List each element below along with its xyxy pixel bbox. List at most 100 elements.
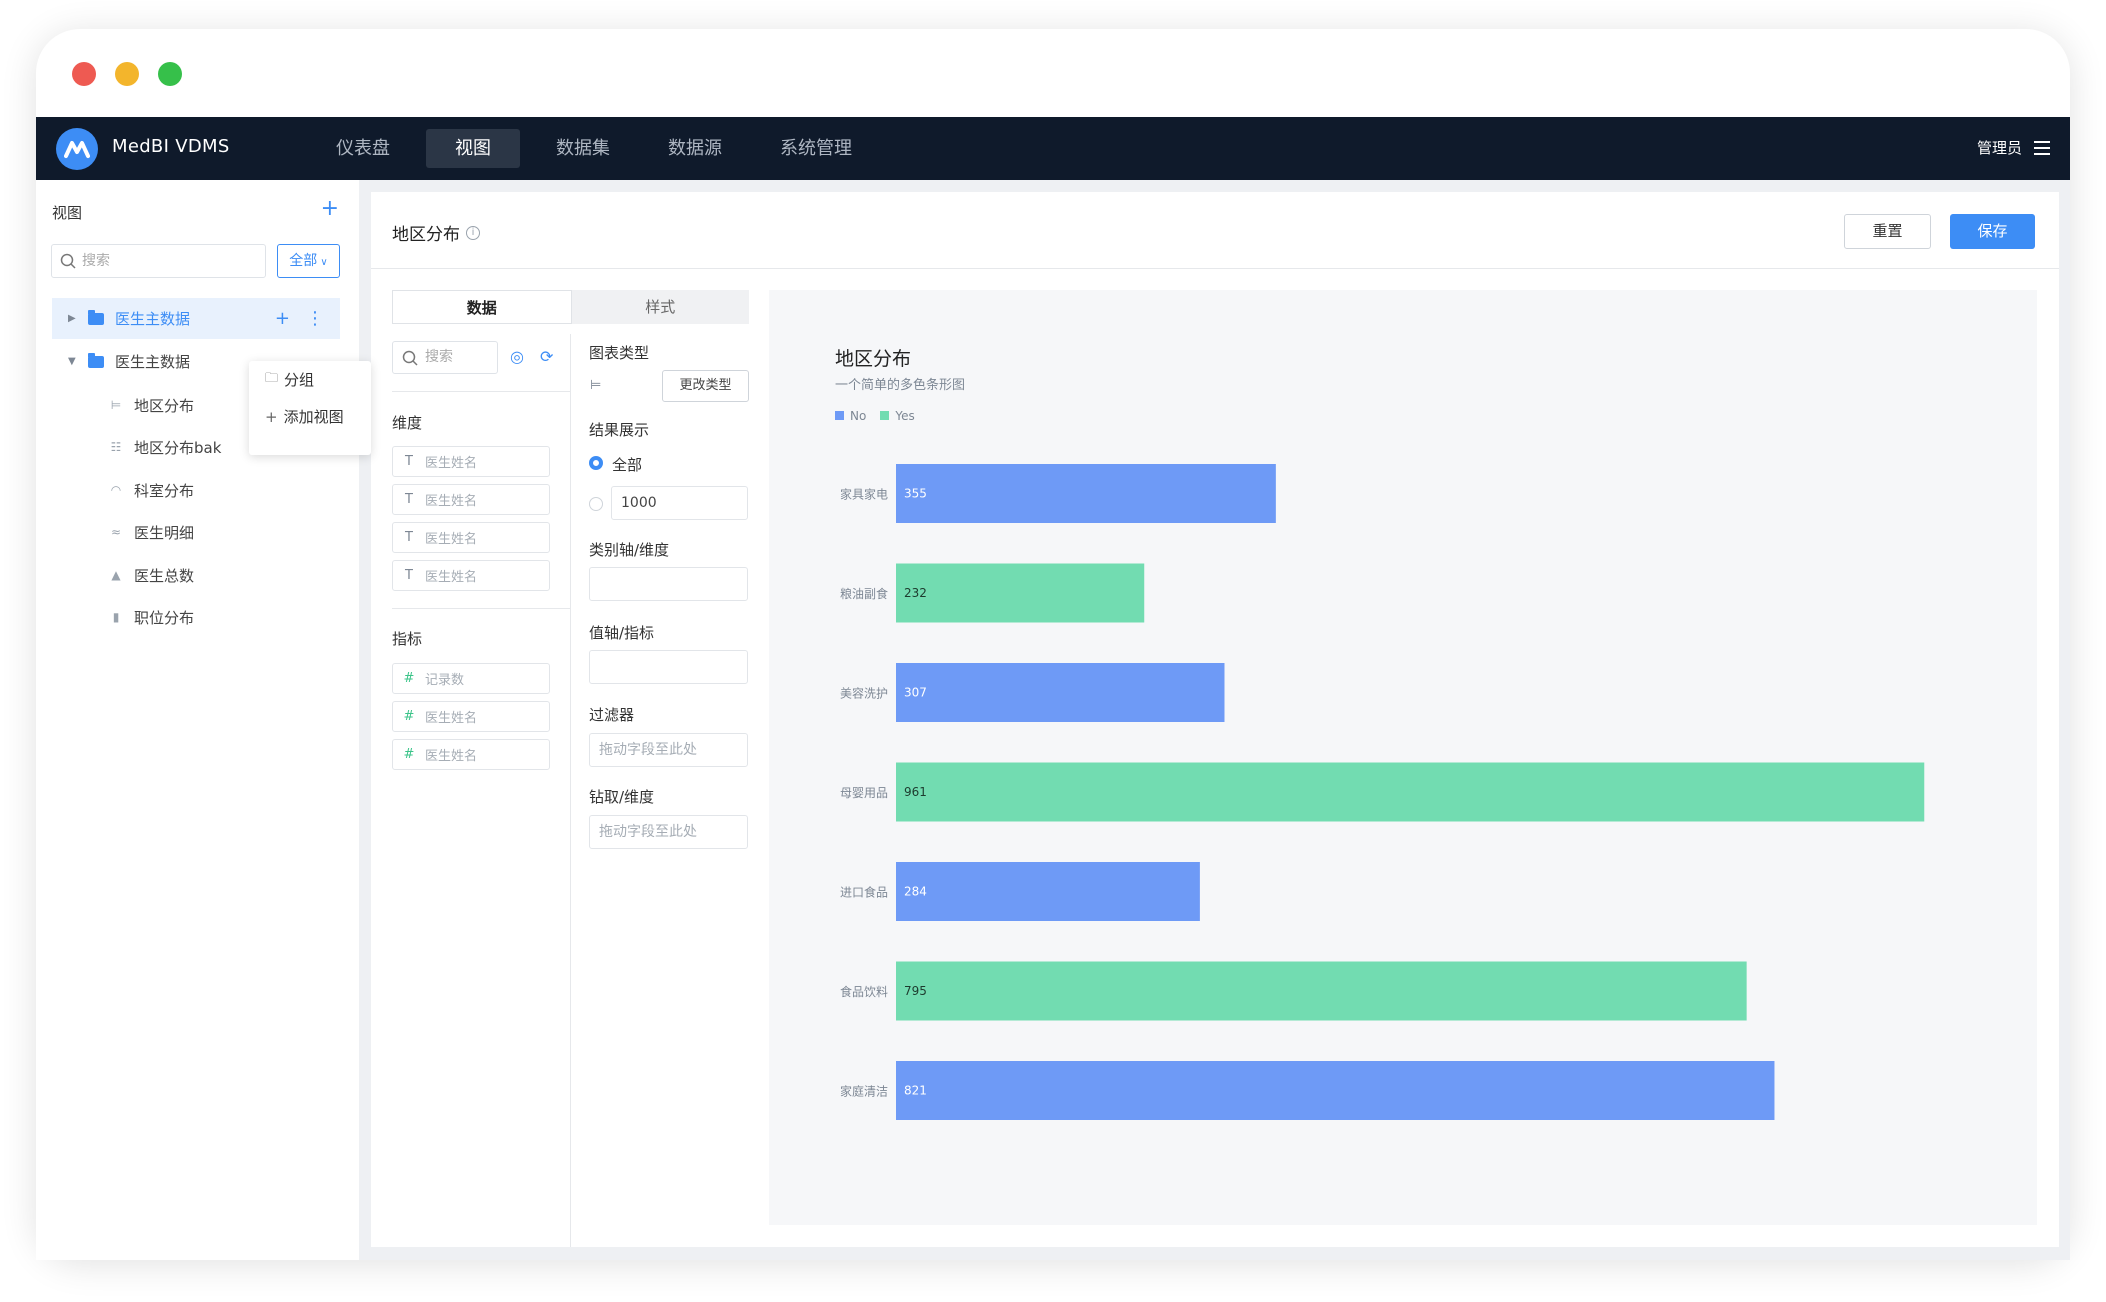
minimize-window-button[interactable] — [115, 62, 139, 86]
plus-icon: + — [265, 407, 278, 426]
tree-item-label: 地区分布bak — [134, 438, 222, 457]
bar-4[interactable] — [896, 862, 1200, 921]
tab-style[interactable]: 样式 — [572, 290, 750, 324]
filter-dropzone[interactable]: 拖动字段至此处 — [589, 733, 748, 767]
folder-add-icon[interactable]: + — [275, 308, 290, 329]
app-logo-icon — [56, 128, 98, 170]
dimension-field[interactable]: T 医生姓名 — [392, 484, 550, 515]
legend-item-no[interactable]: No — [835, 409, 866, 423]
caret-right-icon[interactable]: ▶ — [68, 313, 80, 324]
field-label: 医生姓名 — [425, 532, 478, 547]
caret-down-icon[interactable]: ▼ — [68, 356, 80, 367]
filter-label: 过滤器 — [589, 706, 635, 724]
divider — [392, 608, 570, 609]
category-axis-label: 类别轴/维度 — [589, 541, 670, 559]
dimension-field[interactable]: T 医生姓名 — [392, 522, 550, 553]
field-search-placeholder: 搜索 — [425, 349, 453, 365]
nav-dataset[interactable]: 数据集 — [534, 129, 632, 168]
gauge-icon: ◠ — [110, 483, 122, 497]
metric-field[interactable]: # 医生姓名 — [392, 701, 550, 732]
number-type-icon: # — [403, 709, 415, 724]
refresh-icon[interactable]: ⟳ — [540, 347, 553, 366]
nav-view[interactable]: 视图 — [426, 129, 520, 168]
context-menu: 🗀 分组 + 添加视图 — [249, 361, 371, 455]
save-button[interactable]: 保存 — [1950, 214, 2035, 249]
reset-button[interactable]: 重置 — [1844, 214, 1931, 249]
nav-dashboard[interactable]: 仪表盘 — [314, 129, 412, 168]
category-label: 粮油副食 — [840, 586, 888, 601]
metric-field[interactable]: # 记录数 — [392, 663, 550, 694]
tree-item-position[interactable]: ▮ 职位分布 — [108, 602, 194, 632]
info-icon[interactable]: i — [466, 225, 480, 240]
field-label: 医生姓名 — [425, 494, 478, 509]
tree-item-department[interactable]: ◠ 科室分布 — [108, 475, 194, 505]
value-axis-label: 值轴/指标 — [589, 624, 655, 642]
divider — [392, 391, 570, 392]
hamburger-menu-icon[interactable] — [2034, 140, 2050, 155]
category-label: 食品饮料 — [840, 984, 888, 999]
category-label: 母婴用品 — [840, 786, 888, 800]
number-type-icon: # — [403, 747, 415, 762]
maximize-window-button[interactable] — [158, 62, 182, 86]
field-label: 记录数 — [425, 673, 465, 688]
change-type-button[interactable]: 更改类型 — [662, 370, 749, 402]
menu-item-group[interactable]: 🗀 分组 — [249, 361, 371, 398]
dimension-field[interactable]: T 医生姓名 — [392, 560, 550, 591]
legend-label: Yes — [895, 409, 915, 423]
bar-1[interactable] — [896, 563, 1145, 623]
field-label: 医生姓名 — [425, 456, 478, 471]
bar-value-label: 355 — [904, 487, 927, 501]
tab-data[interactable]: 数据 — [392, 290, 572, 324]
result-limit-input[interactable]: 1000 — [611, 486, 748, 520]
header-divider — [371, 268, 2059, 269]
more-vertical-icon[interactable]: ⋮ — [306, 308, 324, 329]
result-limit-radio[interactable] — [589, 497, 603, 511]
top-navbar: MedBI VDMS 仪表盘 视图 数据集 数据源 系统管理 管理员 — [36, 117, 2070, 180]
menu-item-label: 添加视图 — [283, 408, 344, 426]
user-name: 管理员 — [1976, 139, 2022, 157]
nav-system[interactable]: 系统管理 — [758, 129, 874, 168]
drill-dropzone[interactable]: 拖动字段至此处 — [589, 815, 748, 849]
sidebar-title: 视图 — [52, 204, 83, 222]
sidebar-search-placeholder: 搜索 — [82, 253, 110, 269]
nav-datasource[interactable]: 数据源 — [646, 129, 744, 168]
legend-item-yes[interactable]: Yes — [880, 409, 915, 423]
legend-swatch — [880, 411, 890, 420]
tree-item-region[interactable]: ⊨ 地区分布 — [108, 390, 194, 420]
tree-item-doctor-detail[interactable]: ≈ 医生明细 — [108, 517, 194, 547]
metric-field[interactable]: # 医生姓名 — [392, 739, 550, 770]
editor-tabs: 数据 样式 — [392, 290, 749, 324]
bar-value-label: 232 — [904, 586, 927, 600]
bar-0[interactable] — [896, 464, 1276, 523]
target-icon[interactable]: ◎ — [510, 347, 524, 366]
view-title: 地区分布 — [392, 225, 460, 245]
text-type-icon: T — [405, 492, 413, 507]
bar-6[interactable] — [896, 1061, 1775, 1120]
tree-item-region-bak[interactable]: ☷ 地区分布bak — [108, 432, 222, 462]
field-label: 医生姓名 — [425, 749, 478, 764]
close-window-button[interactable] — [72, 62, 96, 86]
line-icon: ≈ — [110, 525, 122, 539]
tree-item-label: 职位分布 — [134, 608, 195, 627]
tree-item-doctor-total[interactable]: ▲ 医生总数 — [108, 560, 194, 590]
field-search-input[interactable]: 搜索 — [392, 341, 498, 374]
result-all-radio[interactable] — [589, 456, 603, 470]
sidebar-search-input[interactable]: 搜索 — [51, 244, 266, 278]
dimensions-label: 维度 — [392, 414, 423, 432]
dimension-field[interactable]: T 医生姓名 — [392, 446, 550, 477]
bar-2[interactable] — [896, 663, 1225, 722]
tree-item-label: 医生明细 — [134, 523, 195, 542]
bar-5[interactable] — [896, 961, 1747, 1021]
category-axis-dropzone[interactable] — [589, 567, 748, 601]
chart-legend: No Yes — [835, 409, 915, 423]
bar-3[interactable] — [896, 762, 1925, 822]
user-menu[interactable]: 管理员 — [1977, 137, 2050, 158]
result-label: 结果展示 — [589, 421, 650, 439]
menu-item-add-view[interactable]: + 添加视图 — [249, 398, 371, 435]
tree-folder-1[interactable]: ▶ 医生主数据 + ⋮ — [52, 298, 340, 339]
add-view-icon[interactable]: + — [321, 196, 339, 221]
value-axis-dropzone[interactable] — [589, 650, 748, 684]
editor-title: 地区分布 i — [392, 220, 480, 245]
table-icon: ☷ — [110, 440, 122, 454]
sidebar-filter-select[interactable]: 全部 ∨ — [277, 244, 340, 278]
